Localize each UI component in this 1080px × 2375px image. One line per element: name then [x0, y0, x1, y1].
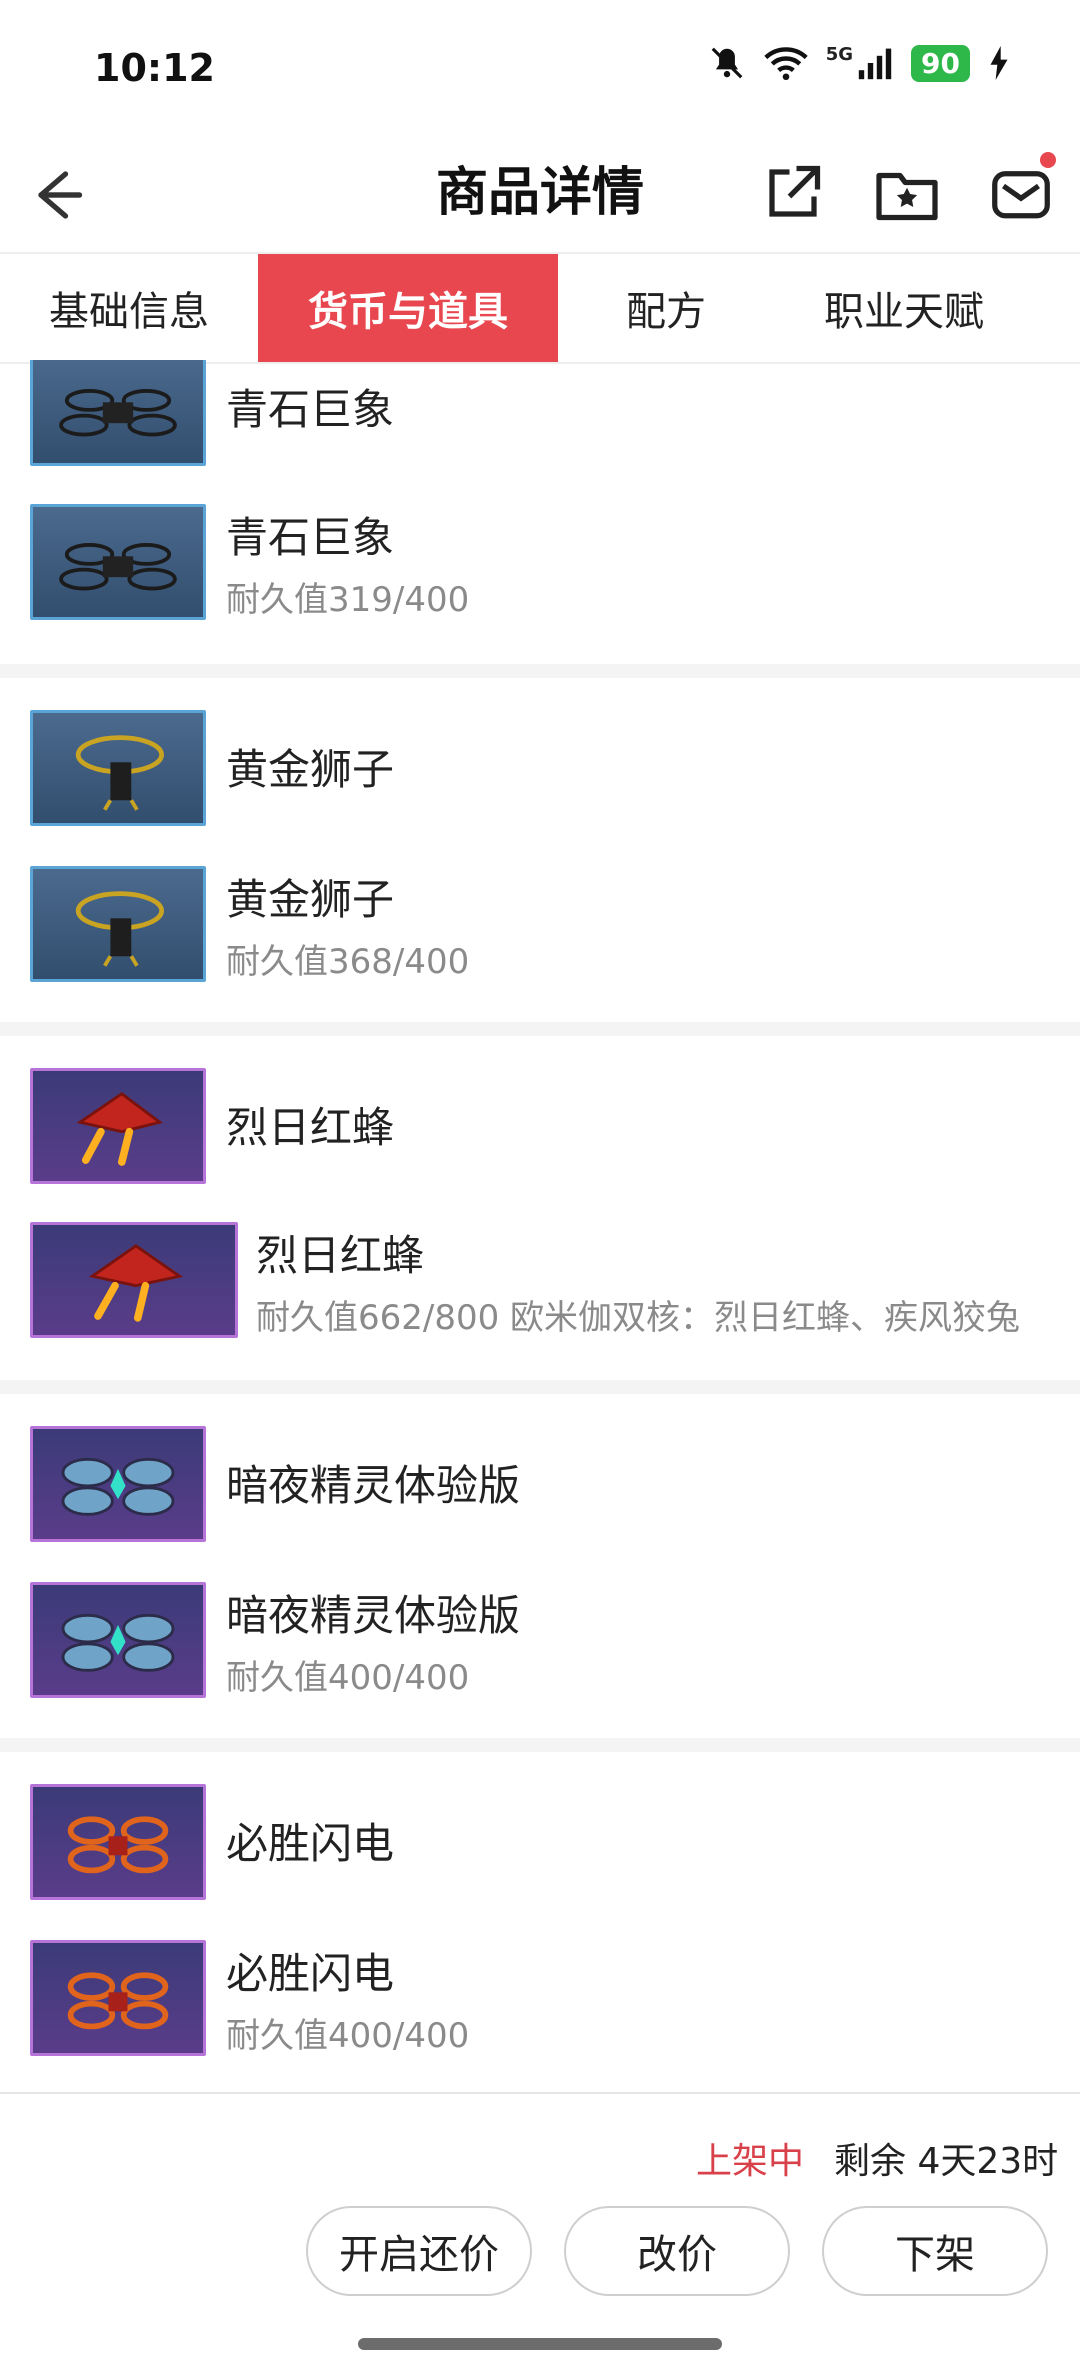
wifi-icon: [764, 47, 808, 81]
drone-icon: [88, 1244, 184, 1322]
tab-currency-items[interactable]: 货币与道具: [258, 254, 558, 362]
item-thumbnail: [30, 866, 206, 982]
list-item[interactable]: 必胜闪电: [0, 1784, 1080, 1924]
drone-icon: [67, 1816, 169, 1874]
list-item[interactable]: 必胜闪电 耐久值400/400: [0, 1940, 1080, 2080]
item-thumbnail: [30, 710, 206, 826]
item-list: 青石巨象 青石巨象 耐久值319/400 黄金狮子 黄金狮子 耐久值368/40…: [0, 360, 1080, 2092]
status-bar: 10:12 5G 90: [0, 0, 1080, 140]
delist-button[interactable]: 下架: [822, 2206, 1048, 2296]
item-thumbnail: [30, 1068, 206, 1184]
network-label: 5G: [825, 44, 854, 65]
item-durability: 耐久值319/400: [226, 580, 470, 620]
group-divider: [0, 664, 1080, 678]
item-thumbnail: [30, 504, 206, 620]
item-name: 暗夜精灵体验版: [226, 1591, 521, 1640]
drone-icon: [67, 1972, 169, 2030]
drone-icon: [61, 1613, 175, 1672]
signal-icon: [858, 48, 892, 80]
listing-status: 上架中: [696, 2141, 805, 2182]
tab-bar: 基础信息 货币与道具 配方 职业天赋: [0, 252, 1080, 364]
item-name: 烈日红蜂: [256, 1231, 425, 1280]
group-divider: [0, 1380, 1080, 1394]
notification-dot: [1040, 152, 1056, 168]
item-thumbnail: [30, 1940, 206, 2056]
list-item[interactable]: 烈日红蜂: [0, 1068, 1080, 1208]
item-name: 必胜闪电: [226, 1949, 395, 1998]
message-mail-icon[interactable]: [986, 158, 1056, 228]
drone-icon: [76, 1092, 163, 1166]
tab-talents[interactable]: 职业天赋: [774, 254, 1034, 362]
list-item[interactable]: 暗夜精灵体验版: [0, 1426, 1080, 1566]
drone-icon: [75, 735, 164, 811]
item-name: 烈日红蜂: [226, 1103, 395, 1152]
drone-icon: [59, 389, 177, 437]
item-name: 黄金狮子: [226, 875, 395, 924]
home-indicator[interactable]: [358, 2338, 722, 2350]
drone-icon: [61, 1457, 175, 1516]
time-remaining: 剩余 4天23时: [834, 2141, 1059, 2182]
item-thumbnail: [30, 1222, 238, 1338]
enable-counter-offer-button[interactable]: 开启还价: [306, 2206, 532, 2296]
list-item[interactable]: 烈日红蜂 耐久值662/800 欧米伽双核：烈日红蜂、疾风狡兔: [0, 1222, 1080, 1362]
change-price-button[interactable]: 改价: [564, 2206, 790, 2296]
item-durability: 耐久值400/400: [226, 2016, 470, 2056]
battery-level: 90: [911, 44, 970, 82]
item-thumbnail: [30, 1426, 206, 1542]
mute-bell-icon: [711, 47, 743, 79]
item-name: 必胜闪电: [226, 1819, 395, 1868]
charging-icon: [990, 46, 1008, 80]
list-item[interactable]: 黄金狮子 耐久值368/400: [0, 866, 1080, 1006]
action-footer: 上架中 剩余 4天23时 开启还价 改价 下架: [0, 2092, 1080, 2375]
list-item[interactable]: 暗夜精灵体验版 耐久值400/400: [0, 1582, 1080, 1722]
list-item[interactable]: 黄金狮子: [0, 710, 1080, 850]
item-durability: 耐久值400/400: [226, 1658, 470, 1698]
item-durability: 耐久值662/800 欧米伽双核：烈日红蜂、疾风狡兔: [256, 1298, 1021, 1338]
item-name: 黄金狮子: [226, 745, 395, 794]
item-name: 青石巨象: [226, 513, 395, 562]
item-name: 青石巨象: [226, 385, 395, 434]
item-thumbnail: [30, 1784, 206, 1900]
tab-basic-info[interactable]: 基础信息: [0, 254, 258, 362]
tab-recipes[interactable]: 配方: [558, 254, 774, 362]
list-item[interactable]: 青石巨象: [0, 360, 1080, 490]
item-thumbnail: [30, 360, 206, 466]
drone-icon: [59, 543, 177, 591]
group-divider: [0, 1738, 1080, 1752]
item-thumbnail: [30, 1582, 206, 1698]
share-external-icon[interactable]: [758, 158, 828, 228]
nav-header: 商品详情: [0, 140, 1080, 252]
group-divider: [0, 1022, 1080, 1036]
clock: 10:12: [94, 46, 215, 90]
drone-icon: [75, 891, 164, 967]
item-durability: 耐久值368/400: [226, 942, 470, 982]
item-name: 暗夜精灵体验版: [226, 1461, 521, 1510]
list-item[interactable]: 青石巨象 耐久值319/400: [0, 504, 1080, 644]
favorite-folder-icon[interactable]: [872, 158, 942, 228]
status-icons: 5G 90: [708, 44, 1010, 82]
